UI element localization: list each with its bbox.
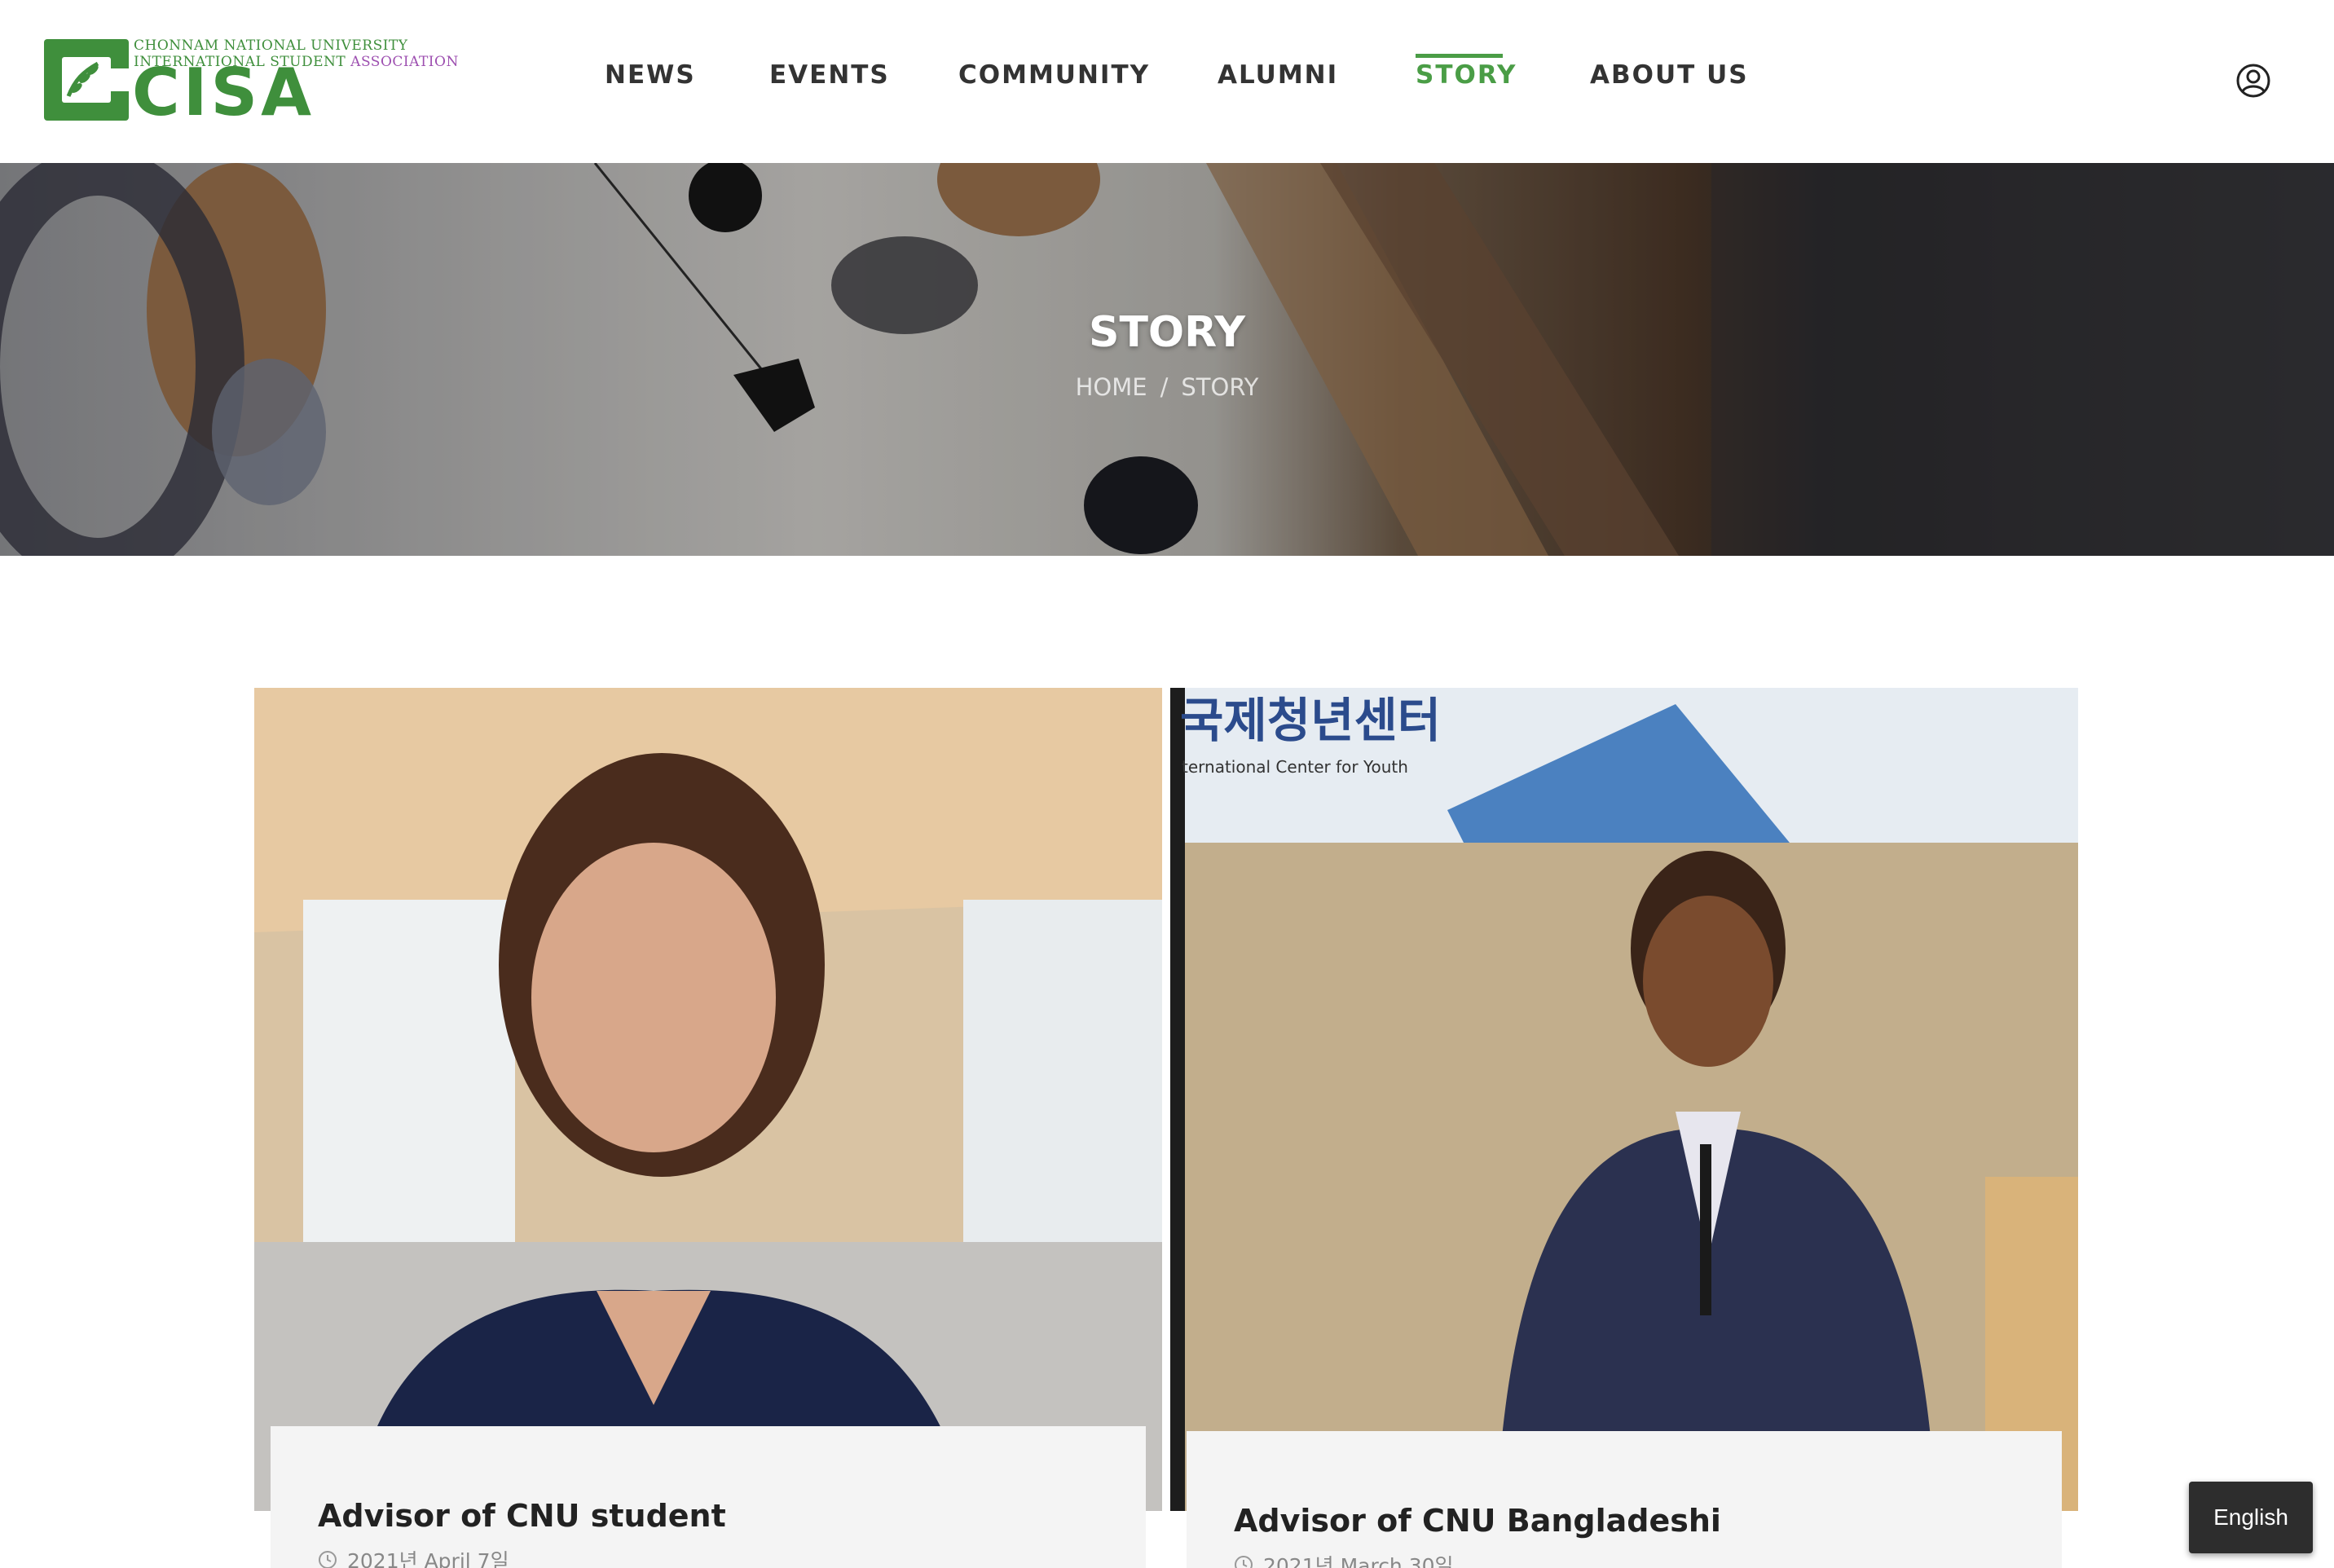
hero-banner: STORY HOME / STORY xyxy=(0,163,2334,556)
story-card-date-text: 2021년 March 30일 xyxy=(1263,1554,1454,1568)
nav-item-story[interactable]: STORY xyxy=(1416,60,1517,90)
nav-item-events[interactable]: EVENTS xyxy=(769,60,890,90)
laurel-logo-icon xyxy=(44,39,129,121)
story-card-date: 2021년 April 7일 xyxy=(318,1545,509,1568)
nav-item-community[interactable]: COMMUNITY xyxy=(958,60,1150,90)
story-card-title[interactable]: Advisor of CNU student xyxy=(318,1498,726,1534)
breadcrumb-separator: / xyxy=(1160,373,1169,401)
story-card-title[interactable]: Advisor of CNU Bangladeshi xyxy=(1234,1503,1721,1539)
page-title: STORY xyxy=(1089,308,1245,357)
breadcrumb-current: STORY xyxy=(1181,373,1259,401)
site-header: CHONNAM NATIONAL UNIVERSITY INTERNATIONA… xyxy=(0,0,2334,163)
language-selector[interactable]: English xyxy=(2189,1482,2313,1553)
breadcrumb: HOME / STORY xyxy=(0,373,2334,401)
story-card-date: 2021년 March 30일 xyxy=(1234,1550,1454,1568)
user-circle-icon[interactable] xyxy=(2236,64,2270,98)
logo-university-text: CHONNAM NATIONAL UNIVERSITY xyxy=(134,37,408,54)
clock-icon xyxy=(319,1551,337,1568)
story-card-photo: 국제청년센터 ternational Center for Youth xyxy=(1170,688,2078,1511)
nav-item-about-us[interactable]: ABOUT US xyxy=(1590,60,1749,90)
story-card[interactable]: 국제청년센터 ternational Center for Youth Advi… xyxy=(1170,688,2078,1568)
site-logo[interactable]: CHONNAM NATIONAL UNIVERSITY INTERNATIONA… xyxy=(44,36,458,130)
story-card-info: Advisor of CNU Bangladeshi 2021년 March 3… xyxy=(1187,1431,2062,1568)
banner-korean-text: 국제청년센터 xyxy=(1180,693,1441,748)
clock-icon xyxy=(1235,1556,1253,1568)
logo-wordmark: CISA xyxy=(132,55,315,130)
story-card-date-text: 2021년 April 7일 xyxy=(347,1549,509,1568)
nav-item-alumni[interactable]: ALUMNI xyxy=(1218,60,1338,90)
story-card[interactable]: Advisor of CNU student 2021년 April 7일 xyxy=(254,688,1162,1568)
banner-english-text: ternational Center for Youth xyxy=(1182,757,1408,777)
logo-association-text-b: ASSOCIATION xyxy=(350,54,459,70)
story-card-info: Advisor of CNU student 2021년 April 7일 xyxy=(271,1426,1146,1568)
nav-item-news[interactable]: NEWS xyxy=(605,60,696,90)
nav-active-indicator xyxy=(1416,54,1503,58)
breadcrumb-home[interactable]: HOME xyxy=(1076,373,1147,401)
hero-background-image xyxy=(0,163,2334,556)
story-card-photo xyxy=(254,688,1162,1511)
